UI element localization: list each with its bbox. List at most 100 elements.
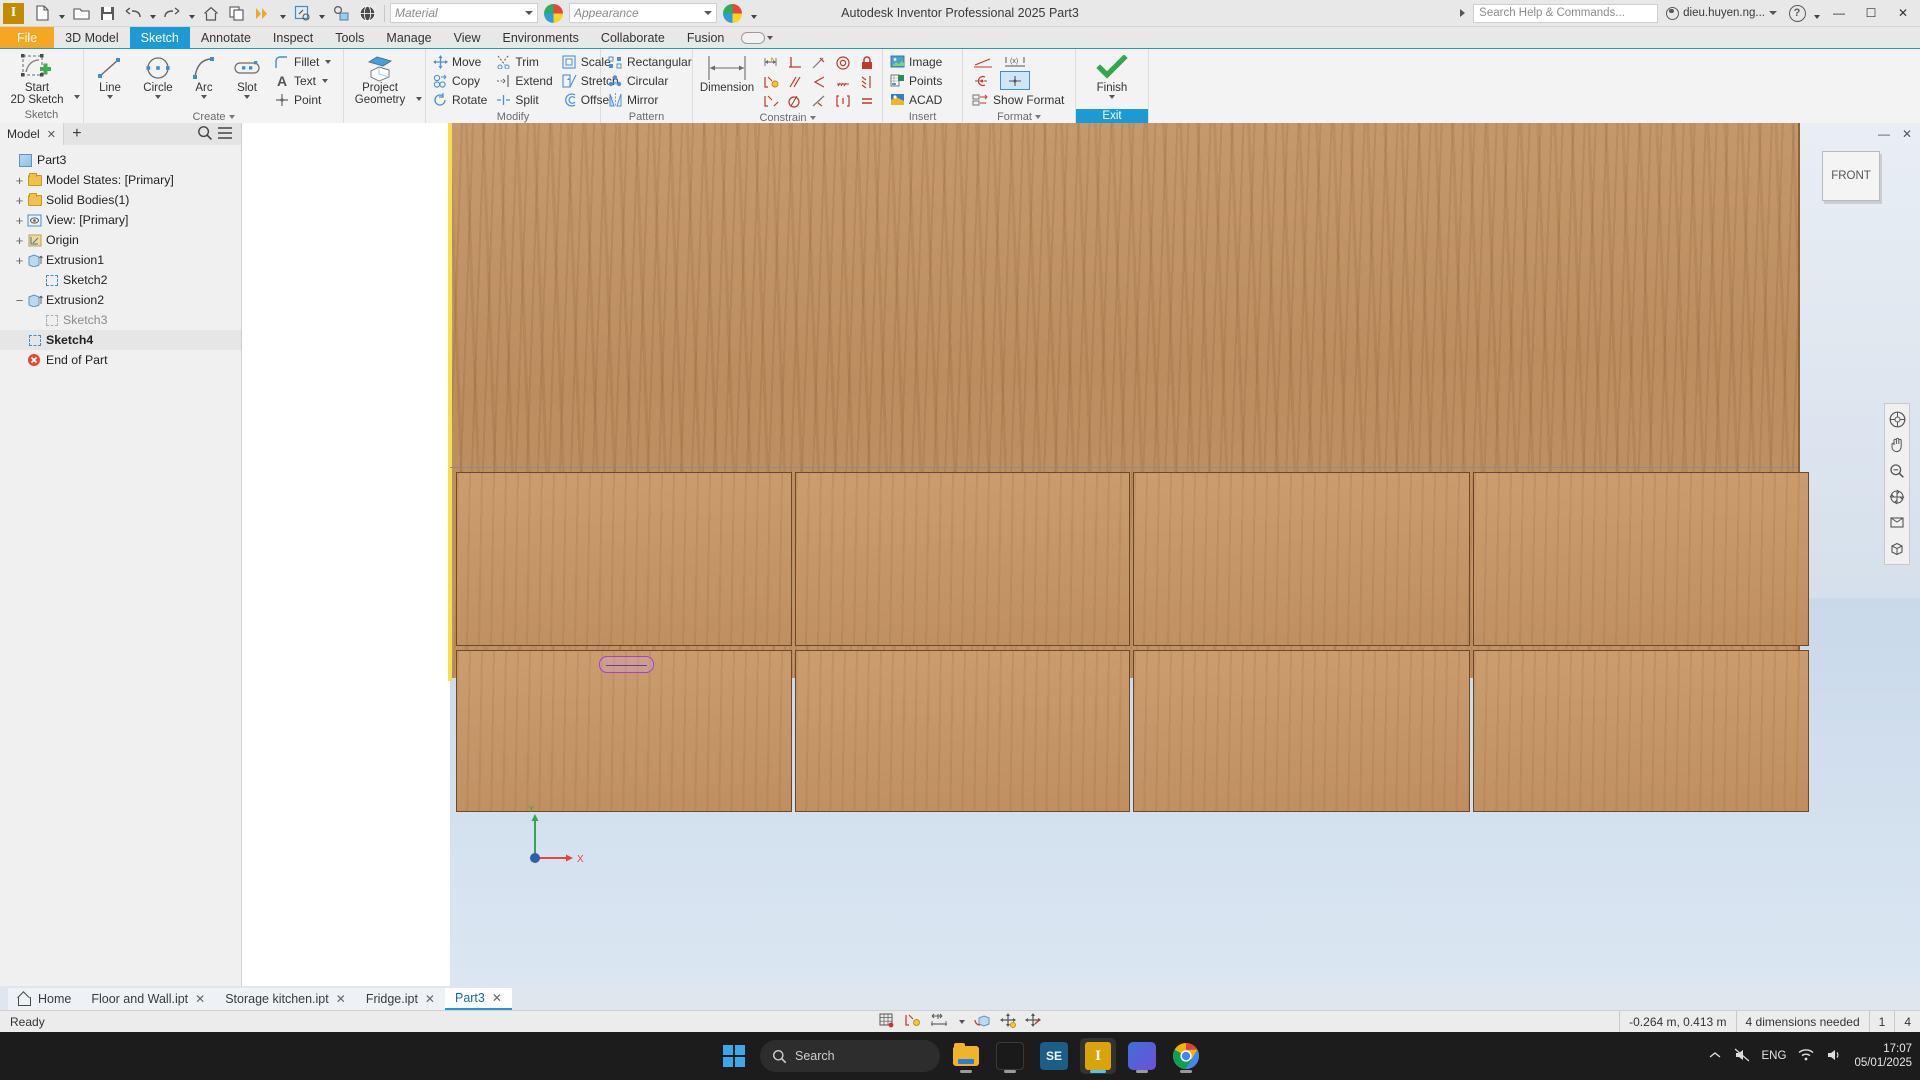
cabinet-panel[interactable] — [795, 650, 1130, 812]
tree-expander[interactable] — [4, 154, 17, 167]
fix-constraint-icon[interactable] — [832, 92, 854, 110]
minimize-button[interactable]: — — [1824, 0, 1854, 27]
arc-dropdown-icon[interactable] — [201, 95, 207, 99]
maximize-button[interactable]: ☐ — [1856, 0, 1886, 27]
doc-tab-storage-kitchen[interactable]: Storage kitchen.ipt ✕ — [215, 988, 356, 1010]
tangent-constraint-icon[interactable] — [808, 54, 830, 72]
select-dropdown-icon[interactable] — [316, 2, 327, 25]
finish-dropdown-icon[interactable] — [1109, 95, 1115, 99]
tree-node-view[interactable]: + View: [Primary] — [0, 210, 241, 230]
update-icon[interactable] — [251, 2, 275, 25]
trim-button[interactable]: Trim — [492, 52, 556, 71]
start-button[interactable] — [716, 1038, 752, 1074]
mute-icon[interactable] — [1734, 1048, 1750, 1065]
close-icon[interactable]: ✕ — [425, 992, 435, 1006]
circular-pattern-button[interactable]: Circular — [604, 71, 696, 90]
rotate-button[interactable]: Rotate — [429, 90, 491, 109]
tree-expander[interactable]: + — [13, 194, 26, 207]
tree-expander[interactable]: + — [13, 254, 26, 267]
acad-button[interactable]: ACAD — [886, 90, 946, 109]
equal-radius-constraint-icon[interactable] — [784, 92, 806, 110]
show-constraints-icon[interactable] — [760, 73, 782, 91]
update-dropdown-icon[interactable] — [277, 2, 288, 25]
text-dropdown-icon[interactable] — [322, 78, 329, 83]
browser-tab-model[interactable]: Model ✕ — [0, 123, 64, 145]
home-icon[interactable] — [199, 2, 223, 25]
open-icon[interactable] — [69, 2, 93, 25]
graphics-viewport[interactable]: FRONT — ✕ Y X — [242, 123, 1920, 986]
ribbon-tab-fusion[interactable]: Fusion — [676, 27, 736, 48]
ribbon-tab-collaborate[interactable]: Collaborate — [590, 27, 676, 48]
tree-node-origin[interactable]: + Origin — [0, 230, 241, 250]
active-sketch-slot[interactable] — [599, 656, 654, 673]
tree-node-extrusion1[interactable]: + Extrusion1 — [0, 250, 241, 270]
cabinet-panel[interactable] — [1473, 650, 1809, 812]
user-account-button[interactable]: dieu.huyen.ng... — [1660, 6, 1783, 20]
ribbon-tab-manage[interactable]: Manage — [375, 27, 442, 48]
inventor-icon[interactable]: I — [1080, 1038, 1116, 1074]
chrome-icon[interactable] — [1168, 1038, 1204, 1074]
copy-button[interactable]: Copy — [429, 71, 491, 90]
parallel-constraint-icon[interactable] — [784, 73, 806, 91]
view-face-icon[interactable] — [1886, 538, 1908, 560]
material-selector[interactable]: Material — [390, 3, 538, 23]
undo-dropdown-icon[interactable] — [147, 2, 158, 25]
dimension-display-icon[interactable] — [930, 1013, 948, 1031]
look-at-icon[interactable] — [1886, 512, 1908, 534]
appearance-sphere-icon[interactable] — [723, 3, 742, 23]
viewport-close-button[interactable]: ✕ — [1902, 127, 1912, 141]
doc-tab-fridge[interactable]: Fridge.ipt ✕ — [355, 988, 445, 1010]
circle-button[interactable]: Circle — [133, 51, 183, 99]
help-dropdown-icon[interactable] — [1811, 2, 1822, 25]
cabinet-panel[interactable] — [1473, 472, 1809, 646]
ribbon-tab-inspect[interactable]: Inspect — [262, 27, 324, 48]
taskbar-clock[interactable]: 17:07 05/01/2025 — [1854, 1042, 1912, 1070]
save-icon[interactable] — [95, 2, 119, 25]
new-dropdown-icon[interactable] — [56, 2, 67, 25]
help-button[interactable]: ? — [1785, 2, 1809, 25]
volume-icon[interactable] — [1826, 1048, 1842, 1064]
tree-expander[interactable]: + — [13, 234, 26, 247]
add-browser-tab-button[interactable]: + — [64, 125, 90, 143]
pan-icon[interactable] — [1886, 434, 1908, 456]
tree-node-sketch4[interactable]: Sketch4 — [0, 330, 241, 350]
construction-line-icon[interactable] — [968, 55, 998, 68]
mesh-globe-icon[interactable] — [355, 2, 379, 25]
center-point-icon[interactable] — [1000, 71, 1030, 90]
copy-icon[interactable] — [225, 2, 249, 25]
rectangular-pattern-button[interactable]: Rectangular — [604, 52, 696, 71]
tree-expander[interactable]: − — [13, 294, 26, 307]
redo-icon[interactable] — [160, 2, 184, 25]
close-button[interactable]: ✕ — [1888, 0, 1918, 27]
inventor-logo-icon[interactable]: I — [3, 2, 24, 24]
appearance-selector[interactable]: Appearance — [569, 3, 717, 23]
search-icon[interactable] — [197, 125, 213, 144]
redo-dropdown-icon[interactable] — [186, 2, 197, 25]
tree-expander[interactable]: + — [13, 214, 26, 227]
material-sphere-icon[interactable] — [544, 3, 563, 23]
line-button[interactable]: Line — [87, 51, 133, 99]
close-icon[interactable]: ✕ — [195, 992, 205, 1006]
relax-mode-icon[interactable] — [760, 92, 782, 110]
ribbon-tab-annotate[interactable]: Annotate — [190, 27, 262, 48]
ribbon-overflow-button[interactable] — [735, 27, 779, 48]
viewport-minimize-button[interactable]: — — [1878, 127, 1890, 141]
photos-icon[interactable] — [1124, 1038, 1160, 1074]
close-icon[interactable]: ✕ — [492, 991, 502, 1005]
qat-overflow-icon[interactable] — [748, 2, 759, 25]
sublime-editor-icon[interactable]: SE — [1036, 1038, 1072, 1074]
tree-node-sketch3[interactable]: Sketch3 — [0, 310, 241, 330]
start-2d-sketch-dropdown-icon[interactable] — [74, 95, 80, 99]
show-format-button[interactable]: Show Format — [968, 90, 1068, 109]
show-hidden-icon[interactable] — [1709, 1050, 1722, 1063]
mirror-button[interactable]: Mirror — [604, 90, 696, 109]
lock-icon[interactable] — [856, 54, 878, 72]
cabinet-panel[interactable] — [795, 472, 1130, 646]
constraint-display-icon[interactable] — [904, 1013, 921, 1031]
chevron-down-icon[interactable] — [959, 1019, 965, 1024]
centerline-icon[interactable] — [968, 74, 998, 88]
move-button[interactable]: Move — [429, 52, 491, 71]
ribbon-tab-file[interactable]: File — [0, 27, 55, 48]
language-indicator[interactable]: ENG — [1762, 1050, 1787, 1062]
tree-node-extrusion2[interactable]: − Extrusion2 — [0, 290, 241, 310]
